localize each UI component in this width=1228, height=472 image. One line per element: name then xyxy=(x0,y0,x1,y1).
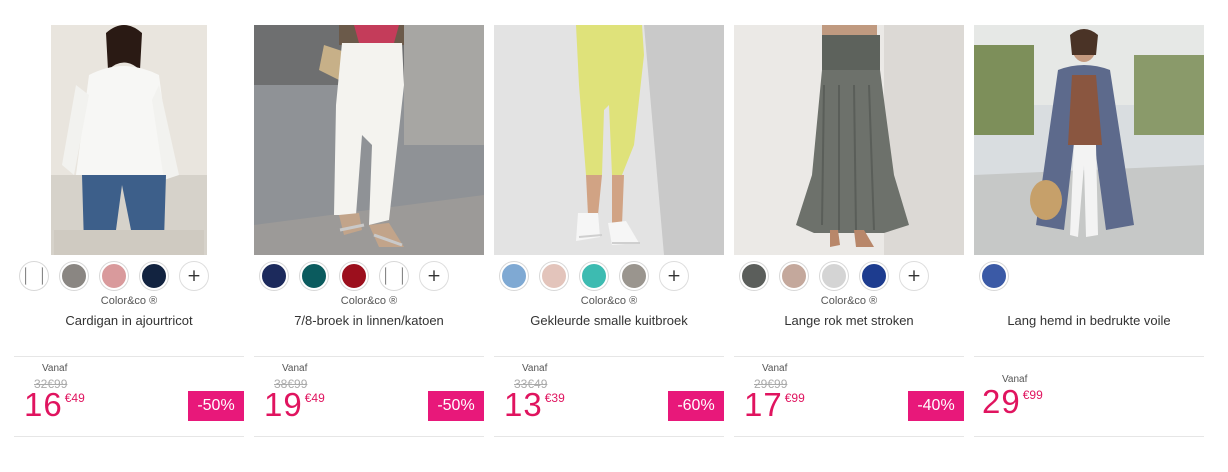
color-swatch[interactable] xyxy=(60,262,88,290)
product-card[interactable]: Lang hemd in bedrukte voile Vanaf 29 €99 xyxy=(974,25,1204,465)
price-decimal: €49 xyxy=(64,391,85,405)
divider xyxy=(14,356,244,357)
price-decimal: €49 xyxy=(304,391,325,405)
product-card[interactable]: + Color&co ® Cardigan in ajourtricot Van… xyxy=(14,25,244,465)
divider xyxy=(494,356,724,357)
color-swatches xyxy=(980,262,1020,290)
product-image[interactable] xyxy=(734,25,964,255)
color-swatches: + xyxy=(500,262,700,290)
more-colors-plus-icon[interactable]: + xyxy=(180,262,208,290)
product-image[interactable] xyxy=(254,25,484,255)
divider xyxy=(974,356,1204,357)
more-colors-plus-icon[interactable]: + xyxy=(420,262,448,290)
color-swatch[interactable] xyxy=(140,262,168,290)
from-label: Vanaf xyxy=(282,363,308,374)
divider xyxy=(734,356,964,357)
divider xyxy=(734,436,964,437)
color-swatch[interactable] xyxy=(380,262,408,290)
price-integer: 16 xyxy=(24,386,63,423)
more-colors-plus-icon[interactable]: + xyxy=(900,262,928,290)
brand-label: Color&co ® xyxy=(820,295,878,307)
discount-badge: -60% xyxy=(668,391,724,421)
color-swatch[interactable] xyxy=(20,262,48,290)
discount-badge: -40% xyxy=(908,391,964,421)
color-swatches: + xyxy=(20,262,220,290)
color-swatch[interactable] xyxy=(540,262,568,290)
color-swatch[interactable] xyxy=(580,262,608,290)
color-swatches: + xyxy=(740,262,940,290)
discount-badge: -50% xyxy=(188,391,244,421)
color-swatch[interactable] xyxy=(740,262,768,290)
from-label: Vanaf xyxy=(522,363,548,374)
product-title[interactable]: 7/8-broek in linnen/katoen xyxy=(254,313,484,328)
product-card[interactable]: + Color&co ® Gekleurde smalle kuitbroek … xyxy=(494,25,724,465)
product-image[interactable] xyxy=(14,25,244,255)
price-integer: 17 xyxy=(744,386,783,423)
discount-badge: -50% xyxy=(428,391,484,421)
product-image[interactable] xyxy=(974,25,1204,255)
product-title[interactable]: Gekleurde smalle kuitbroek xyxy=(494,313,724,328)
product-title[interactable]: Lang hemd in bedrukte voile xyxy=(974,313,1204,328)
product-grid: + Color&co ® Cardigan in ajourtricot Van… xyxy=(14,25,1214,465)
current-price: 29 €99 xyxy=(982,385,1043,419)
divider xyxy=(494,436,724,437)
color-swatch[interactable] xyxy=(820,262,848,290)
price-decimal: €99 xyxy=(1022,388,1043,402)
color-swatch[interactable] xyxy=(780,262,808,290)
price-integer: 19 xyxy=(264,386,303,423)
current-price: 16 €49 xyxy=(24,388,85,422)
product-title[interactable]: Cardigan in ajourtricot xyxy=(14,313,244,328)
from-label: Vanaf xyxy=(762,363,788,374)
color-swatch[interactable] xyxy=(620,262,648,290)
product-image[interactable] xyxy=(494,25,724,255)
brand-label: Color&co ® xyxy=(100,295,158,307)
product-card[interactable]: + Color&co ® 7/8-broek in linnen/katoen … xyxy=(254,25,484,465)
price-integer: 29 xyxy=(982,383,1021,420)
divider xyxy=(974,436,1204,437)
price-integer: 13 xyxy=(504,386,543,423)
color-swatch[interactable] xyxy=(860,262,888,290)
from-label: Vanaf xyxy=(42,363,68,374)
color-swatch[interactable] xyxy=(260,262,288,290)
price-decimal: €99 xyxy=(784,391,805,405)
more-colors-plus-icon[interactable]: + xyxy=(660,262,688,290)
color-swatch[interactable] xyxy=(500,262,528,290)
color-swatch[interactable] xyxy=(100,262,128,290)
color-swatches: + xyxy=(260,262,460,290)
color-swatch[interactable] xyxy=(340,262,368,290)
brand-label: Color&co ® xyxy=(340,295,398,307)
product-card[interactable]: + Color&co ® Lange rok met stroken Vanaf… xyxy=(734,25,964,465)
color-swatch[interactable] xyxy=(980,262,1008,290)
price-decimal: €39 xyxy=(544,391,565,405)
divider xyxy=(254,436,484,437)
current-price: 13 €39 xyxy=(504,388,565,422)
color-swatch[interactable] xyxy=(300,262,328,290)
current-price: 19 €49 xyxy=(264,388,325,422)
divider xyxy=(14,436,244,437)
product-title[interactable]: Lange rok met stroken xyxy=(734,313,964,328)
divider xyxy=(254,356,484,357)
current-price: 17 €99 xyxy=(744,388,805,422)
brand-label: Color&co ® xyxy=(580,295,638,307)
